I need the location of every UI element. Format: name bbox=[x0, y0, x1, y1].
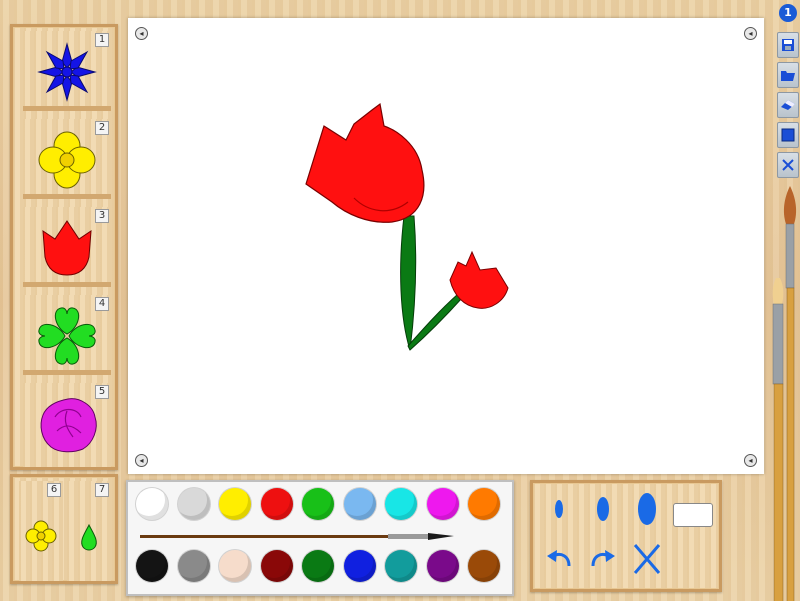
brush-medium-icon bbox=[597, 497, 609, 521]
shape-clover[interactable]: 4 bbox=[23, 295, 111, 375]
paintbrush-icon bbox=[140, 533, 454, 540]
close-button[interactable] bbox=[777, 152, 799, 178]
mini-shape-panel: 6 7 bbox=[10, 474, 118, 584]
brush-large-icon bbox=[638, 493, 656, 525]
color-swatch[interactable] bbox=[426, 488, 459, 520]
shape-rose[interactable]: 5 bbox=[23, 383, 111, 467]
color-swatch[interactable] bbox=[136, 488, 168, 520]
shape-leaf[interactable]: 7 bbox=[67, 481, 111, 581]
clear-button[interactable] bbox=[627, 539, 667, 579]
selected-color-swatch bbox=[673, 503, 713, 527]
brush-small-button[interactable] bbox=[539, 489, 579, 529]
tulip-icon bbox=[42, 220, 92, 276]
drawing-canvas[interactable]: ◂ ◂ ◂ ◂ bbox=[128, 18, 764, 474]
shape-tulip[interactable]: 3 bbox=[23, 207, 111, 287]
brush-medium-button[interactable] bbox=[583, 489, 623, 529]
color-swatch[interactable] bbox=[426, 550, 459, 582]
color-swatch[interactable] bbox=[219, 488, 251, 520]
color-swatch[interactable] bbox=[260, 488, 293, 520]
shape-number: 2 bbox=[95, 121, 109, 135]
shape-number: 4 bbox=[95, 297, 109, 311]
shape-number: 1 bbox=[95, 33, 109, 47]
color-swatch[interactable] bbox=[468, 488, 500, 520]
color-swatch[interactable] bbox=[177, 488, 210, 520]
leaf-icon bbox=[81, 523, 97, 551]
color-swatch[interactable] bbox=[302, 488, 334, 520]
eraser-button[interactable] bbox=[777, 92, 799, 118]
color-swatch[interactable] bbox=[343, 550, 376, 582]
save-icon bbox=[782, 39, 794, 51]
brush-large-button[interactable] bbox=[627, 489, 667, 529]
fill-button[interactable] bbox=[777, 122, 799, 148]
eraser-icon bbox=[781, 100, 795, 110]
clear-icon bbox=[633, 544, 661, 574]
color-swatch[interactable] bbox=[343, 488, 376, 520]
brush-small-icon bbox=[555, 500, 563, 518]
save-button[interactable] bbox=[777, 32, 799, 58]
undo-button[interactable] bbox=[539, 539, 579, 579]
shape-small-flower[interactable]: 6 bbox=[19, 481, 63, 581]
small-flower-icon bbox=[25, 520, 57, 552]
color-swatch[interactable] bbox=[260, 550, 293, 582]
open-icon bbox=[781, 71, 795, 81]
color-palette bbox=[126, 480, 514, 596]
shape-yellow-flower[interactable]: 2 bbox=[23, 119, 111, 199]
rose-icon bbox=[40, 398, 97, 453]
redo-icon bbox=[591, 550, 615, 567]
open-button[interactable] bbox=[777, 62, 799, 88]
page-badge: 1 bbox=[779, 4, 797, 22]
redo-button[interactable] bbox=[583, 539, 623, 579]
color-swatch[interactable] bbox=[136, 550, 168, 582]
tulip-drawing bbox=[305, 102, 509, 351]
shape-number: 6 bbox=[47, 483, 61, 497]
decorative-brushes bbox=[772, 186, 797, 601]
shape-panel: 1 2 3 4 5 bbox=[10, 24, 118, 470]
color-swatch[interactable] bbox=[468, 550, 500, 582]
shape-cornflower[interactable]: 1 bbox=[23, 31, 111, 111]
color-swatch[interactable] bbox=[177, 550, 210, 582]
color-swatch[interactable] bbox=[385, 550, 417, 582]
cornflower-icon bbox=[37, 42, 97, 102]
color-swatch[interactable] bbox=[302, 550, 334, 582]
fill-icon bbox=[781, 128, 795, 142]
shape-number: 3 bbox=[95, 209, 109, 223]
shape-number: 7 bbox=[95, 483, 109, 497]
clover-icon bbox=[38, 307, 96, 365]
undo-icon bbox=[547, 550, 571, 567]
color-swatch[interactable] bbox=[219, 550, 251, 582]
close-icon bbox=[782, 159, 794, 171]
color-swatch[interactable] bbox=[385, 488, 417, 520]
yellow-flower-icon bbox=[38, 131, 96, 189]
tool-panel bbox=[530, 480, 722, 592]
